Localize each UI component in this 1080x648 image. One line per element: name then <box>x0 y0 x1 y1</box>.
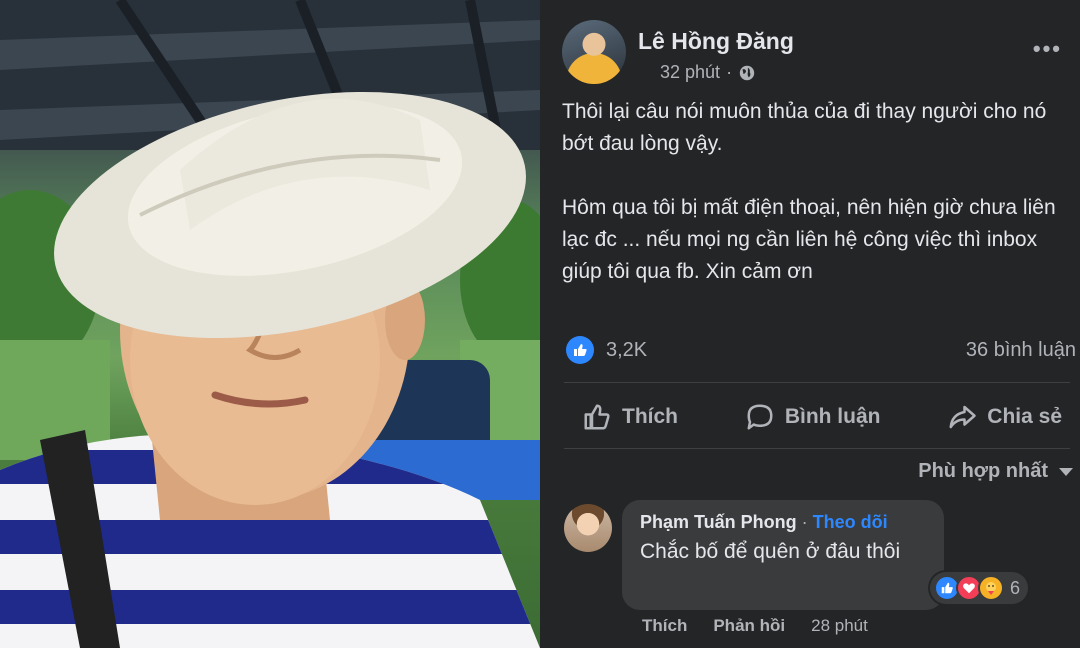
caret-down-icon <box>1059 467 1073 476</box>
commenter-avatar[interactable] <box>564 504 612 552</box>
share-button[interactable]: Chia sẻ <box>929 392 1080 442</box>
post-photo[interactable] <box>0 0 540 648</box>
comment-reactions[interactable]: 6 <box>930 572 1029 604</box>
like-button[interactable]: Thích <box>564 392 696 442</box>
globe-icon <box>739 65 755 80</box>
selfie-illustration <box>0 0 540 648</box>
like-reaction-icon[interactable] <box>566 336 594 364</box>
comment-actions: Thích Phản hồi 28 phút <box>642 616 868 636</box>
author-avatar[interactable] <box>562 20 626 84</box>
separator: · <box>796 512 813 532</box>
comment-reply-button[interactable]: Phản hồi <box>713 616 785 636</box>
comment-sort-dropdown[interactable]: Phù hợp nhất <box>918 460 1074 483</box>
reaction-count[interactable]: 3,2K <box>606 339 647 362</box>
comment-bubble: Phạm Tuấn Phong · Theo dõi Chắc bố để qu… <box>622 500 944 610</box>
post-header: Lê Hồng Đăng 32 phút · ••• <box>562 20 1072 90</box>
author-name[interactable]: Lê Hồng Đăng <box>638 28 794 55</box>
comment-like-button[interactable]: Thích <box>642 616 687 636</box>
post-text: Thôi lại câu nói muôn thủa của đi thay n… <box>562 96 1072 320</box>
care-reaction-icon <box>978 575 1004 601</box>
comment-button[interactable]: Bình luận <box>727 392 899 442</box>
more-options-button[interactable]: ••• <box>1033 36 1062 62</box>
comment-icon <box>747 404 773 430</box>
divider <box>564 448 1070 449</box>
share-button-label: Chia sẻ <box>987 405 1062 428</box>
post-time[interactable]: 32 phút <box>660 62 720 83</box>
comment-time[interactable]: 28 phút <box>811 616 868 636</box>
thumbs-up-icon <box>584 404 610 430</box>
commenter-name[interactable]: Phạm Tuấn Phong <box>640 512 797 532</box>
post-paragraph: Hôm qua tôi bị mất điện thoại, nên hiện … <box>562 196 1056 283</box>
comment-count[interactable]: 36 bình luận <box>966 339 1076 362</box>
comment-button-label: Bình luận <box>784 405 881 428</box>
post-actions: Thích Bình luận Chia sẻ <box>564 392 1080 442</box>
post-paragraph: Thôi lại câu nói muôn thủa của đi thay n… <box>562 100 1047 155</box>
follow-link[interactable]: Theo dõi <box>813 512 888 532</box>
comment-reaction-count: 6 <box>1010 577 1021 598</box>
facebook-post-panel: Lê Hồng Đăng 32 phút · ••• Thôi lại câu … <box>540 0 1080 648</box>
comment-text: Chắc bố để quên ở đâu thôi <box>640 540 901 563</box>
reactions-summary: 3,2K 36 bình luận <box>564 334 1076 368</box>
sort-label: Phù hợp nhất <box>918 460 1048 482</box>
divider <box>564 382 1070 383</box>
post-meta: 32 phút · <box>660 62 756 83</box>
commenter-line: Phạm Tuấn Phong · Theo dõi <box>640 512 926 533</box>
comment-item: Phạm Tuấn Phong · Theo dõi Chắc bố để qu… <box>562 500 1072 648</box>
like-button-label: Thích <box>622 405 678 428</box>
share-icon <box>949 405 977 429</box>
